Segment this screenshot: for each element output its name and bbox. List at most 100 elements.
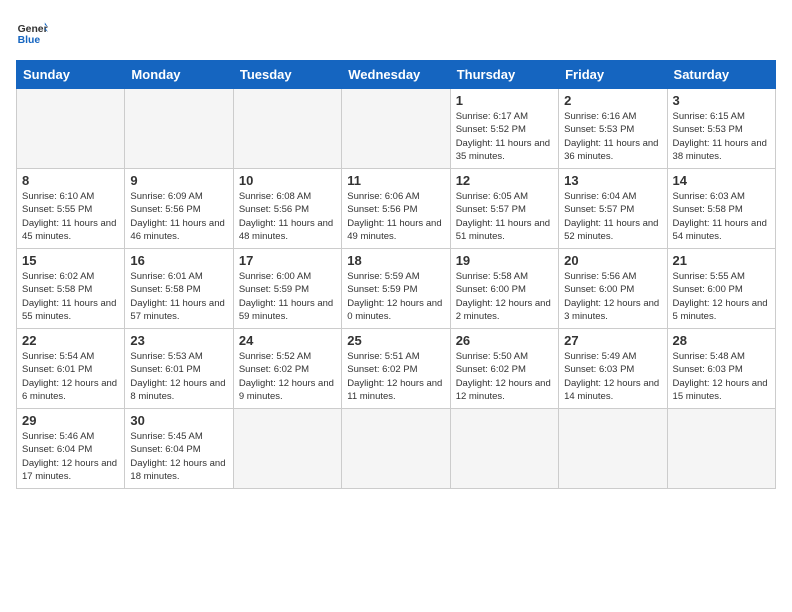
day-number: 12 bbox=[456, 173, 553, 188]
calendar-table: SundayMondayTuesdayWednesdayThursdayFrid… bbox=[16, 60, 776, 489]
calendar-cell: 20 Sunrise: 5:56 AMSunset: 6:00 PMDayligh… bbox=[559, 249, 667, 329]
calendar-week-row: 1 Sunrise: 6:17 AMSunset: 5:52 PMDaylight… bbox=[17, 89, 776, 169]
calendar-header-row: SundayMondayTuesdayWednesdayThursdayFrid… bbox=[17, 61, 776, 89]
calendar-cell: 19 Sunrise: 5:58 AMSunset: 6:00 PMDayligh… bbox=[450, 249, 558, 329]
day-number: 18 bbox=[347, 253, 444, 268]
day-number: 16 bbox=[130, 253, 227, 268]
weekday-header-thursday: Thursday bbox=[450, 61, 558, 89]
day-info: Sunrise: 5:53 AMSunset: 6:01 PMDaylight:… bbox=[130, 350, 227, 403]
day-number: 21 bbox=[673, 253, 770, 268]
calendar-cell: 21 Sunrise: 5:55 AMSunset: 6:00 PMDayligh… bbox=[667, 249, 775, 329]
calendar-cell: 18Sunrise: 5:59 AMSunset: 5:59 PMDayligh… bbox=[342, 249, 450, 329]
calendar-cell: 2 Sunrise: 6:16 AMSunset: 5:53 PMDaylight… bbox=[559, 89, 667, 169]
calendar-cell bbox=[559, 409, 667, 489]
calendar-cell: 1 Sunrise: 6:17 AMSunset: 5:52 PMDaylight… bbox=[450, 89, 558, 169]
calendar-cell: 14 Sunrise: 6:03 AMSunset: 5:58 PMDayligh… bbox=[667, 169, 775, 249]
calendar-cell bbox=[233, 89, 341, 169]
day-number: 30 bbox=[130, 413, 227, 428]
calendar-cell bbox=[17, 89, 125, 169]
weekday-header-tuesday: Tuesday bbox=[233, 61, 341, 89]
calendar-week-row: 29 Sunrise: 5:46 AMSunset: 6:04 PMDayligh… bbox=[17, 409, 776, 489]
day-number: 3 bbox=[673, 93, 770, 108]
day-number: 1 bbox=[456, 93, 553, 108]
calendar-cell: 8 Sunrise: 6:10 AMSunset: 5:55 PMDaylight… bbox=[17, 169, 125, 249]
day-info: Sunrise: 5:48 AMSunset: 6:03 PMDaylight:… bbox=[673, 350, 770, 403]
calendar-cell: 23 Sunrise: 5:53 AMSunset: 6:01 PMDayligh… bbox=[125, 329, 233, 409]
day-info: Sunrise: 5:52 AMSunset: 6:02 PMDaylight:… bbox=[239, 350, 336, 403]
day-number: 17 bbox=[239, 253, 336, 268]
day-number: 8 bbox=[22, 173, 119, 188]
day-info: Sunrise: 5:54 AMSunset: 6:01 PMDaylight:… bbox=[22, 350, 119, 403]
day-info: Sunrise: 6:06 AMSunset: 5:56 PMDaylight:… bbox=[347, 190, 444, 243]
day-info: Sunrise: 6:08 AMSunset: 5:56 PMDaylight:… bbox=[239, 190, 336, 243]
weekday-header-saturday: Saturday bbox=[667, 61, 775, 89]
calendar-cell bbox=[342, 409, 450, 489]
day-number: 19 bbox=[456, 253, 553, 268]
day-info: Sunrise: 5:56 AMSunset: 6:00 PMDaylight:… bbox=[564, 270, 661, 323]
day-info: Sunrise: 6:01 AMSunset: 5:58 PMDaylight:… bbox=[130, 270, 227, 323]
day-number: 20 bbox=[564, 253, 661, 268]
calendar-cell: 27Sunrise: 5:49 AMSunset: 6:03 PMDayligh… bbox=[559, 329, 667, 409]
calendar-cell: 15 Sunrise: 6:02 AMSunset: 5:58 PMDayligh… bbox=[17, 249, 125, 329]
calendar-cell: 22 Sunrise: 5:54 AMSunset: 6:01 PMDayligh… bbox=[17, 329, 125, 409]
day-info: Sunrise: 5:55 AMSunset: 6:00 PMDaylight:… bbox=[673, 270, 770, 323]
calendar-cell: 12 Sunrise: 6:05 AMSunset: 5:57 PMDayligh… bbox=[450, 169, 558, 249]
day-info: Sunrise: 6:04 AMSunset: 5:57 PMDaylight:… bbox=[564, 190, 661, 243]
day-number: 10 bbox=[239, 173, 336, 188]
calendar-cell: 25Sunrise: 5:51 AMSunset: 6:02 PMDayligh… bbox=[342, 329, 450, 409]
day-info: Sunrise: 5:46 AMSunset: 6:04 PMDaylight:… bbox=[22, 430, 119, 483]
calendar-week-row: 22 Sunrise: 5:54 AMSunset: 6:01 PMDayligh… bbox=[17, 329, 776, 409]
calendar-cell: 24 Sunrise: 5:52 AMSunset: 6:02 PMDayligh… bbox=[233, 329, 341, 409]
calendar-cell: 26 Sunrise: 5:50 AMSunset: 6:02 PMDayligh… bbox=[450, 329, 558, 409]
day-info: Sunrise: 5:51 AMSunset: 6:02 PMDaylight:… bbox=[347, 350, 444, 403]
calendar-cell: 13 Sunrise: 6:04 AMSunset: 5:57 PMDayligh… bbox=[559, 169, 667, 249]
calendar-cell: 29 Sunrise: 5:46 AMSunset: 6:04 PMDayligh… bbox=[17, 409, 125, 489]
day-number: 23 bbox=[130, 333, 227, 348]
calendar-cell: 28 Sunrise: 5:48 AMSunset: 6:03 PMDayligh… bbox=[667, 329, 775, 409]
logo-icon: General Blue bbox=[16, 16, 48, 48]
calendar-cell bbox=[667, 409, 775, 489]
calendar-cell: 30 Sunrise: 5:45 AMSunset: 6:04 PMDayligh… bbox=[125, 409, 233, 489]
day-info: Sunrise: 6:17 AMSunset: 5:52 PMDaylight:… bbox=[456, 110, 553, 163]
svg-text:Blue: Blue bbox=[18, 35, 41, 46]
weekday-header-friday: Friday bbox=[559, 61, 667, 89]
calendar-cell: 10 Sunrise: 6:08 AMSunset: 5:56 PMDayligh… bbox=[233, 169, 341, 249]
day-number: 28 bbox=[673, 333, 770, 348]
day-info: Sunrise: 6:09 AMSunset: 5:56 PMDaylight:… bbox=[130, 190, 227, 243]
calendar-week-row: 15 Sunrise: 6:02 AMSunset: 5:58 PMDayligh… bbox=[17, 249, 776, 329]
weekday-header-wednesday: Wednesday bbox=[342, 61, 450, 89]
day-number: 15 bbox=[22, 253, 119, 268]
day-number: 22 bbox=[22, 333, 119, 348]
calendar-cell: 9 Sunrise: 6:09 AMSunset: 5:56 PMDaylight… bbox=[125, 169, 233, 249]
calendar-cell bbox=[450, 409, 558, 489]
day-number: 29 bbox=[22, 413, 119, 428]
page-header: General Blue bbox=[16, 16, 776, 48]
calendar-week-row: 8 Sunrise: 6:10 AMSunset: 5:55 PMDaylight… bbox=[17, 169, 776, 249]
calendar-cell: 11 Sunrise: 6:06 AMSunset: 5:56 PMDayligh… bbox=[342, 169, 450, 249]
day-info: Sunrise: 6:16 AMSunset: 5:53 PMDaylight:… bbox=[564, 110, 661, 163]
day-number: 11 bbox=[347, 173, 444, 188]
day-info: Sunrise: 6:00 AMSunset: 5:59 PMDaylight:… bbox=[239, 270, 336, 323]
day-info: Sunrise: 6:15 AMSunset: 5:53 PMDaylight:… bbox=[673, 110, 770, 163]
calendar-cell bbox=[342, 89, 450, 169]
day-number: 24 bbox=[239, 333, 336, 348]
day-info: Sunrise: 5:58 AMSunset: 6:00 PMDaylight:… bbox=[456, 270, 553, 323]
day-info: Sunrise: 5:45 AMSunset: 6:04 PMDaylight:… bbox=[130, 430, 227, 483]
day-number: 2 bbox=[564, 93, 661, 108]
day-info: Sunrise: 5:50 AMSunset: 6:02 PMDaylight:… bbox=[456, 350, 553, 403]
day-number: 14 bbox=[673, 173, 770, 188]
logo: General Blue bbox=[16, 16, 52, 48]
day-number: 9 bbox=[130, 173, 227, 188]
day-info: Sunrise: 6:03 AMSunset: 5:58 PMDaylight:… bbox=[673, 190, 770, 243]
day-info: Sunrise: 6:10 AMSunset: 5:55 PMDaylight:… bbox=[22, 190, 119, 243]
day-info: Sunrise: 6:02 AMSunset: 5:58 PMDaylight:… bbox=[22, 270, 119, 323]
calendar-cell: 16 Sunrise: 6:01 AMSunset: 5:58 PMDayligh… bbox=[125, 249, 233, 329]
calendar-cell: 3 Sunrise: 6:15 AMSunset: 5:53 PMDaylight… bbox=[667, 89, 775, 169]
calendar-cell bbox=[125, 89, 233, 169]
calendar-cell bbox=[233, 409, 341, 489]
day-number: 13 bbox=[564, 173, 661, 188]
day-number: 26 bbox=[456, 333, 553, 348]
calendar-cell: 17 Sunrise: 6:00 AMSunset: 5:59 PMDayligh… bbox=[233, 249, 341, 329]
day-number: 27 bbox=[564, 333, 661, 348]
day-info: Sunrise: 6:05 AMSunset: 5:57 PMDaylight:… bbox=[456, 190, 553, 243]
